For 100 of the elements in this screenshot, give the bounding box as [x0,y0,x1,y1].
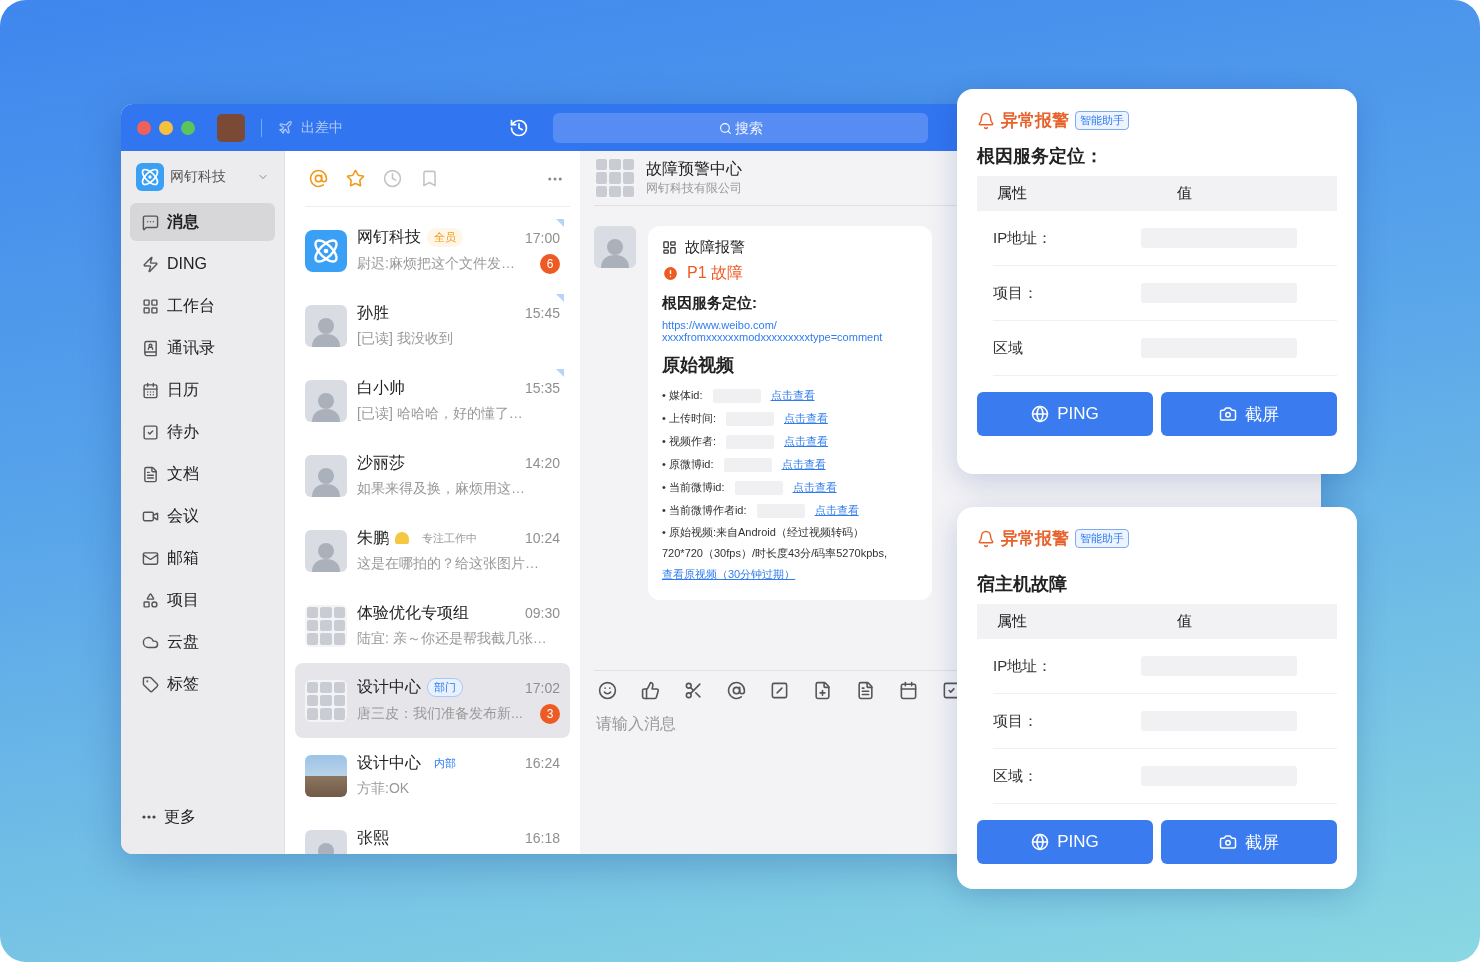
view-link[interactable]: 点击查看 [781,457,826,472]
sidebar-item[interactable]: 标签 [130,665,275,703]
alert-icon [662,265,679,282]
message-preview: 陆宜: 亲～你还是帮我截几张… [357,629,548,648]
sidebar-item[interactable]: 会议 [130,497,275,535]
star-icon[interactable] [346,169,365,188]
contact-name: 体验优化专项组 [357,602,469,623]
conversation-item[interactable]: 张熙 16:18 [295,813,570,854]
contact-name: 孙胜 [357,302,389,323]
view-video-link[interactable]: 查看原视频（30分钟过期） [662,567,918,582]
property-label: 项目： [993,283,1039,303]
alert-heading: 根因服务定位： [977,145,1104,168]
conversation-tag: 专注工作中 [415,528,484,548]
property-label: IP地址： [993,656,1054,676]
message-preview: 如果来得及换，麻烦用这… [357,479,526,498]
conversation-item[interactable]: 网钉科技 全员 17:00 尉迟:麻烦把这个文件发… 6 [295,213,570,288]
severity-label: P1 故障 [687,263,743,283]
ping-button[interactable]: PING [977,392,1153,436]
history-icon[interactable] [509,117,529,138]
screenshot-button[interactable]: 截屏 [1161,392,1337,436]
plane-icon [278,120,293,135]
url-link[interactable]: https://www.weibo.com/ [662,319,918,331]
conversation-item[interactable]: 设计中心 部门 17:02 唐三皮：我们准备发布新... 3 [295,663,570,738]
sidebar-item[interactable]: 日历 [130,371,275,409]
scissors-icon[interactable] [684,681,703,700]
sidebar-item[interactable]: 通讯录 [130,329,275,367]
message-time: 09:30 [524,605,560,621]
conversation-tag: 内部 [427,753,463,773]
sidebar-item[interactable]: 待办 [130,413,275,451]
minimize-dot[interactable] [159,120,173,135]
globe-icon [1031,405,1050,423]
file-add-icon[interactable] [813,681,832,700]
conversation-item[interactable]: 体验优化专项组 09:30 陆宜: 亲～你还是帮我截几张… [295,588,570,663]
screenshot-button[interactable]: 截屏 [1161,820,1337,864]
field-label: • 当前微博作者id: [662,503,747,518]
mail-icon [142,549,159,567]
contact-name: 张熙 [357,827,389,848]
contact-name: 设计中心 [357,752,421,773]
view-link[interactable]: 点击查看 [783,434,828,449]
column-header: 属性 [997,184,1028,203]
group-avatar [594,157,636,199]
close-dot[interactable] [137,120,151,135]
message-time: 17:02 [524,679,560,696]
assistant-badge: 智能助手 [1075,111,1129,130]
photo-placeholder [305,754,347,797]
document-icon[interactable] [856,681,875,700]
sidebar-item[interactable]: 云盘 [130,623,275,661]
org-name[interactable]: 网钉科技 [170,168,251,186]
view-link[interactable]: 点击查看 [792,480,837,495]
view-link[interactable]: 点击查看 [814,503,859,518]
org-logo [136,163,164,191]
more-item[interactable]: 更多 [130,798,275,836]
property-label: 项目： [993,711,1039,731]
org-logo [305,229,347,272]
message-time: 17:00 [524,229,560,246]
view-link[interactable]: 点击查看 [783,411,828,426]
mention-icon[interactable] [727,681,746,700]
conversation-tag: 部门 [427,678,463,697]
slash-command-icon[interactable] [770,681,789,700]
contact-name: 设计中心 [357,677,421,697]
camera-icon [1219,405,1237,423]
avatar-placeholder [305,454,347,497]
camera-icon [1219,833,1237,851]
conversation-item[interactable]: 白小帅 15:35 [已读] 哈哈哈，好的懂了… [295,363,570,438]
message-input[interactable]: 请输入消息 [594,714,894,734]
url-link[interactable]: xxxxfromxxxxxxmodxxxxxxxxxtype=comment [662,331,918,343]
unread-count: 3 [540,704,560,724]
conversation-item[interactable]: 孙胜 15:45 [已读] 我没收到 [295,288,570,363]
conversation-item[interactable]: 朱鹏 专注工作中 10:24 这是在哪拍的？给这张图片… [295,513,570,588]
message-preview: 方菲:OK [357,779,411,798]
section-title: 根因服务定位: [662,294,758,313]
calendar-icon[interactable] [899,681,918,700]
emoji-icon[interactable] [598,681,617,700]
conversation-item[interactable]: 沙丽莎 14:20 如果来得及换，麻烦用这… [295,438,570,513]
ping-button[interactable]: PING [977,820,1153,864]
maximize-dot[interactable] [181,120,195,135]
field-label: • 视频作者: [662,434,716,449]
search-icon [718,121,732,135]
sidebar-item[interactable]: 工作台 [130,287,275,325]
tag-icon [142,675,159,693]
sidebar-item[interactable]: 邮箱 [130,539,275,577]
sidebar-item[interactable]: DING [130,245,275,283]
video-detail: 720*720（30fps）/时长度43分/码率5270kpbs, [662,546,888,561]
thumbs-up-icon[interactable] [641,681,660,700]
message-time: 16:24 [524,755,560,771]
sidebar-item[interactable]: 消息 [130,203,275,241]
view-link[interactable]: 点击查看 [770,388,815,403]
conversation-item[interactable]: 设计中心 内部 16:24 方菲:OK [295,738,570,813]
alert-title: 异常报警 [1001,528,1069,550]
bell-icon [977,529,995,548]
contact-name: 朱鹏 [357,527,389,548]
message-time: 16:18 [524,830,560,846]
card-header: 故障报警 [685,238,745,257]
sidebar-item[interactable]: 文档 [130,455,275,493]
message-time: 10:24 [524,530,560,546]
sidebar-item[interactable]: 项目 [130,581,275,619]
bell-icon [977,111,995,130]
message-preview: [已读] 哈哈哈，好的懂了… [357,404,524,423]
property-label: IP地址： [993,228,1054,248]
contact-name: 白小帅 [357,377,405,398]
